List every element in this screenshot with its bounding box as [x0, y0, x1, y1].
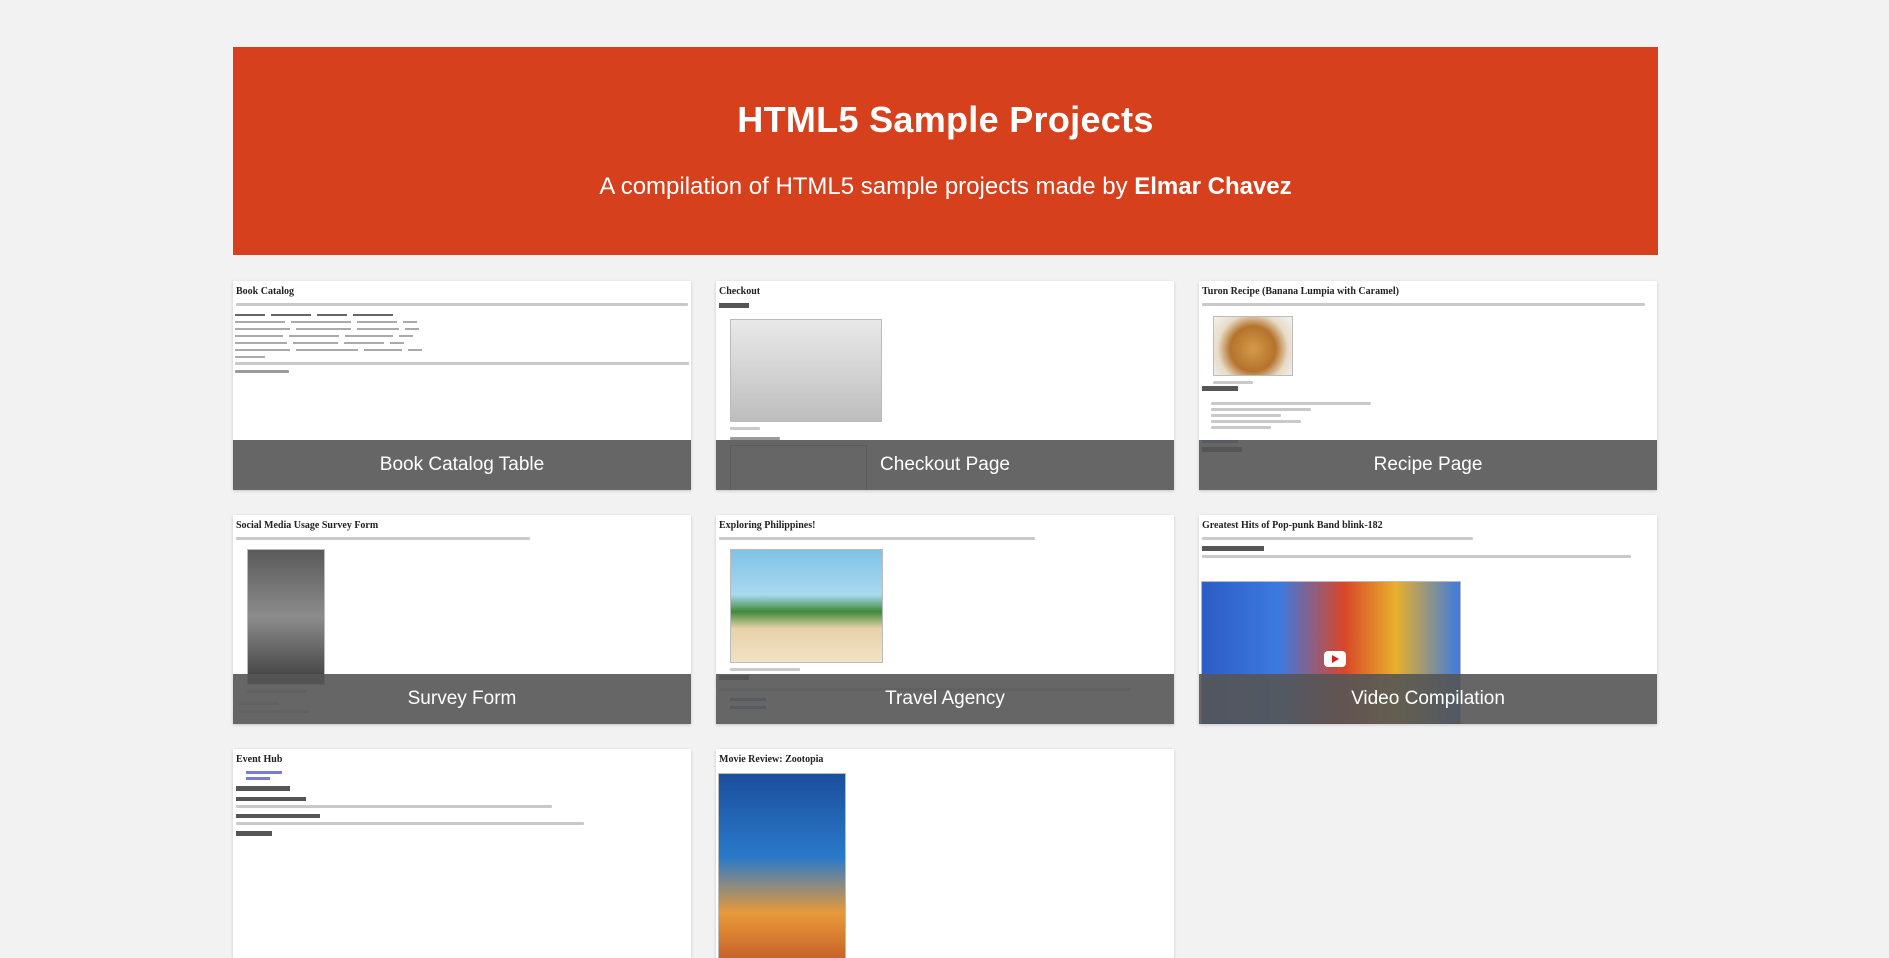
hero-subtitle: A compilation of HTML5 sample projects m… [233, 173, 1658, 201]
author-name: Elmar Chavez [1134, 173, 1292, 200]
project-card-movie-review[interactable]: Movie Review: Zootopia [716, 749, 1174, 958]
project-caption[interactable]: Checkout Page [716, 440, 1174, 490]
project-caption[interactable]: Book Catalog Table [233, 440, 691, 490]
project-card-video[interactable]: Greatest Hits of Pop-punk Band blink-182… [1199, 515, 1657, 724]
project-preview: Event Hub [233, 749, 691, 958]
project-caption[interactable]: Travel Agency [716, 674, 1174, 724]
preview-title: Checkout [719, 286, 761, 297]
preview-title: Social Media Usage Survey Form [236, 520, 379, 531]
hero-banner: HTML5 Sample Projects A compilation of H… [233, 47, 1658, 255]
project-caption[interactable]: Survey Form [233, 674, 691, 724]
project-caption[interactable]: Recipe Page [1199, 440, 1657, 490]
project-preview: Movie Review: Zootopia [716, 749, 1174, 958]
preview-title: Exploring Philippines! [719, 520, 816, 531]
movie-poster [718, 773, 846, 958]
project-card-survey[interactable]: Social Media Usage Survey Form Survey Fo… [233, 515, 691, 724]
survey-image [247, 549, 325, 685]
preview-table [235, 311, 450, 360]
play-icon[interactable] [1324, 651, 1346, 667]
project-grid: Book Catalog Book Catalog Table Checkout [233, 281, 1658, 958]
travel-image [730, 549, 883, 663]
preview-title: Movie Review: Zootopia [719, 754, 824, 765]
hero-subtitle-text: A compilation of HTML5 sample projects m… [599, 173, 1128, 200]
project-card-recipe[interactable]: Turon Recipe (Banana Lumpia with Caramel… [1199, 281, 1657, 490]
preview-title: Greatest Hits of Pop-punk Band blink-182 [1202, 520, 1383, 531]
preview-title: Turon Recipe (Banana Lumpia with Caramel… [1202, 286, 1399, 297]
product-image [730, 319, 882, 422]
project-card-event-hub[interactable]: Event Hub [233, 749, 691, 958]
page-title: HTML5 Sample Projects [737, 99, 1154, 140]
recipe-image [1213, 316, 1293, 376]
project-card-checkout[interactable]: Checkout Checkout Page [716, 281, 1174, 490]
preview-title: Book Catalog [236, 286, 295, 297]
preview-title: Event Hub [236, 754, 283, 765]
project-card-travel[interactable]: Exploring Philippines! Travel Agency [716, 515, 1174, 724]
project-caption[interactable]: Video Compilation [1199, 674, 1657, 724]
project-card-book-catalog[interactable]: Book Catalog Book Catalog Table [233, 281, 691, 490]
